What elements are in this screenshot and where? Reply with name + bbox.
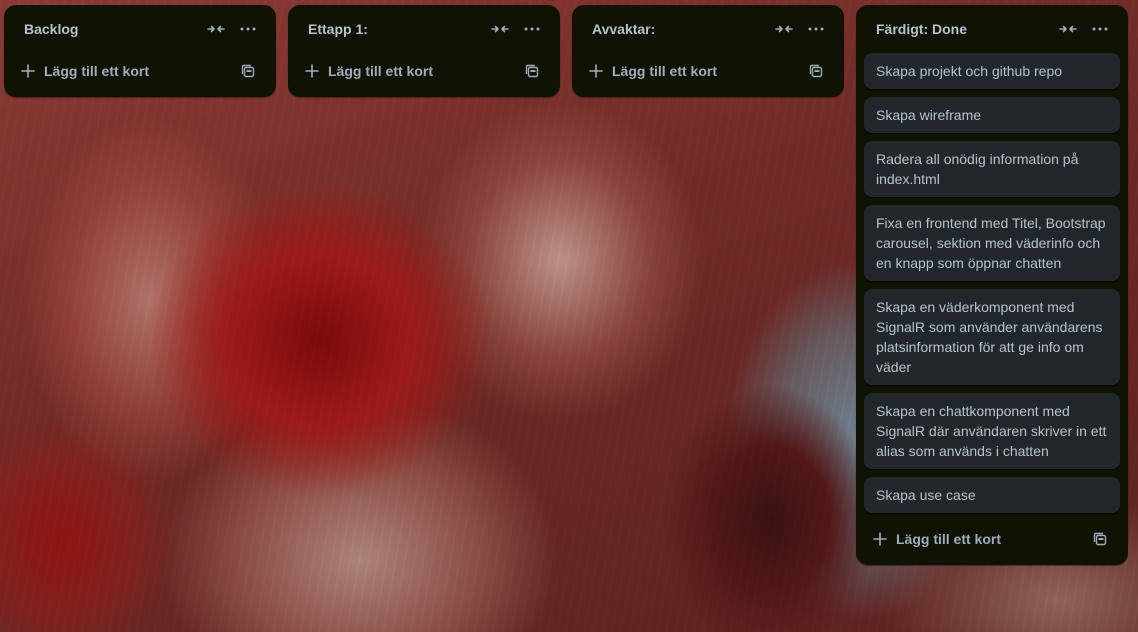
list-header: Färdigt: Done xyxy=(856,5,1128,53)
collapse-arrows-icon xyxy=(775,25,793,33)
add-card-button[interactable]: Lägg till ett kort xyxy=(304,55,516,87)
add-card-button[interactable]: Lägg till ett kort xyxy=(20,55,232,87)
collapse-arrows-icon xyxy=(207,25,225,33)
list-ettapp-1: Ettapp 1: Lägg till ett kort xyxy=(288,5,560,97)
add-card-label: Lägg till ett kort xyxy=(44,63,149,79)
plus-icon xyxy=(304,63,320,79)
list-title[interactable]: Avvaktar: xyxy=(592,21,768,37)
list-backlog: Backlog Lägg till ett kort xyxy=(4,5,276,97)
create-from-template-button[interactable] xyxy=(232,55,264,87)
collapse-arrows-icon xyxy=(491,25,509,33)
list-avvaktar: Avvaktar: Lägg till ett kort xyxy=(572,5,844,97)
more-dots-icon xyxy=(240,27,256,31)
card-template-icon xyxy=(525,64,539,78)
card-list: Skapa projekt och github repo Skapa wire… xyxy=(856,53,1128,513)
list-title[interactable]: Backlog xyxy=(24,21,200,37)
list-actions-button[interactable] xyxy=(232,13,264,45)
list-title[interactable]: Ettapp 1: xyxy=(308,21,484,37)
plus-icon xyxy=(20,63,36,79)
collapse-list-button[interactable] xyxy=(200,13,232,45)
list-actions-button[interactable] xyxy=(1084,13,1116,45)
card-template-icon xyxy=(1093,532,1107,546)
list-header: Avvaktar: xyxy=(572,5,844,53)
add-card-label: Lägg till ett kort xyxy=(896,531,1001,547)
more-dots-icon xyxy=(1092,27,1108,31)
card[interactable]: Skapa wireframe xyxy=(864,97,1120,133)
plus-icon xyxy=(872,531,888,547)
list-header: Ettapp 1: xyxy=(288,5,560,53)
list-title[interactable]: Färdigt: Done xyxy=(876,21,1052,37)
add-card-row: Lägg till ett kort xyxy=(856,521,1128,557)
list-header: Backlog xyxy=(4,5,276,53)
list-actions-button[interactable] xyxy=(516,13,548,45)
add-card-row: Lägg till ett kort xyxy=(572,53,844,89)
list-actions-button[interactable] xyxy=(800,13,832,45)
list-fardigt-done: Färdigt: Done Skapa projekt och github r… xyxy=(856,5,1128,565)
plus-icon xyxy=(588,63,604,79)
card[interactable]: Skapa projekt och github repo xyxy=(864,53,1120,89)
collapse-arrows-icon xyxy=(1059,25,1077,33)
card[interactable]: Radera all onödig information på index.h… xyxy=(864,141,1120,197)
collapse-list-button[interactable] xyxy=(484,13,516,45)
create-from-template-button[interactable] xyxy=(1084,523,1116,555)
add-card-row: Lägg till ett kort xyxy=(288,53,560,89)
card[interactable]: Skapa en väderkomponent med SignalR som … xyxy=(864,289,1120,385)
card[interactable]: Fixa en frontend med Titel, Bootstrap ca… xyxy=(864,205,1120,281)
card-template-icon xyxy=(809,64,823,78)
collapse-list-button[interactable] xyxy=(768,13,800,45)
card[interactable]: Skapa en chattkomponent med SignalR där … xyxy=(864,393,1120,469)
collapse-list-button[interactable] xyxy=(1052,13,1084,45)
more-dots-icon xyxy=(524,27,540,31)
add-card-label: Lägg till ett kort xyxy=(328,63,433,79)
add-card-row: Lägg till ett kort xyxy=(4,53,276,89)
card-template-icon xyxy=(241,64,255,78)
add-card-button[interactable]: Lägg till ett kort xyxy=(872,523,1084,555)
create-from-template-button[interactable] xyxy=(800,55,832,87)
more-dots-icon xyxy=(808,27,824,31)
add-card-label: Lägg till ett kort xyxy=(612,63,717,79)
card[interactable]: Skapa use case xyxy=(864,477,1120,513)
add-card-button[interactable]: Lägg till ett kort xyxy=(588,55,800,87)
create-from-template-button[interactable] xyxy=(516,55,548,87)
